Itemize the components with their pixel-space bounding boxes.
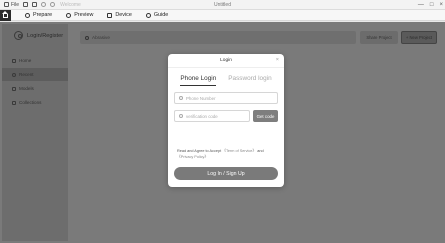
recent-file-label: Welcome [60,1,81,8]
file-menu-label: File [11,1,20,8]
avatar-icon [14,31,23,40]
sidebar-item-label: Home [19,58,32,63]
sidebar-item-recent[interactable]: Recent [2,68,68,81]
search-input[interactable]: Abrasive [80,31,356,44]
new-project-label: + New Project [405,35,433,40]
title-bar: File Welcome Untitled — □ × [0,0,445,10]
get-code-button[interactable]: Get code [253,110,278,122]
sidebar-item-label: Recent [19,72,34,77]
sidebar-item-models[interactable]: Models [2,82,68,95]
menu-device[interactable]: Device [107,12,132,18]
verification-code-placeholder: verification code [186,113,218,119]
login-signup-label: Log In / Sign Up [207,170,245,177]
agreement-prefix: Read and Agree to Accept [177,149,222,153]
login-dialog: Login × Phone Login Password login Phone… [168,54,284,187]
shield-icon [179,114,183,118]
export-icon [32,2,38,7]
home-icon [12,58,16,63]
home-button[interactable] [0,9,11,21]
file-icon [4,2,9,7]
phone-number-field[interactable]: Phone Number [174,92,278,104]
close-window-icon[interactable]: × [439,2,443,8]
get-code-label: Get code [256,113,275,119]
menu-preview-label: Preview [74,12,94,18]
sidebar: Login/Register Home Recent Models Collec… [2,24,68,241]
tab-phone-login[interactable]: Phone Login [180,75,217,86]
redo-button[interactable] [50,2,56,7]
tab-password-login[interactable]: Password login [228,75,271,86]
login-signup-button[interactable]: Log In / Sign Up [174,167,278,180]
menu-guide[interactable]: Guide [145,12,169,18]
menu-preview[interactable]: Preview [66,12,93,18]
menu-prepare-label: Prepare [33,12,53,18]
search-icon [85,35,89,40]
phone-icon [179,96,183,100]
login-dialog-header: Login × [168,54,284,68]
undo-button[interactable] [41,2,47,7]
sidebar-item-home[interactable]: Home [2,54,68,67]
window-controls: — □ × [418,0,443,10]
terms-of-service-link[interactable]: 《Term of Service》 [222,149,256,153]
info-icon [145,12,151,18]
close-icon[interactable]: × [276,57,279,63]
login-dialog-title: Login [220,58,232,63]
privacy-policy-link[interactable]: 《Privacy Policy》 [177,155,208,159]
device-icon [107,12,113,18]
agreement-text: Read and Agree to Accept 《Term of Servic… [177,148,279,160]
sidebar-item-label: Models [19,86,34,91]
eye-icon [66,12,72,18]
folder-icon [12,100,16,105]
menu-bar: Prepare Preview Device Guide [0,9,445,21]
menu-prepare[interactable]: Prepare [25,12,52,18]
login-register-label: Login/Register [27,32,64,39]
file-menu[interactable]: File [4,2,19,8]
export-button[interactable] [32,2,38,7]
share-project-label: Share Project [366,35,392,40]
share-project-button[interactable]: Share Project [360,31,398,44]
sidebar-item-label: Collections [19,100,42,105]
login-tabs: Phone Login Password login [168,75,284,86]
save-button[interactable] [23,2,29,7]
home-icon [2,11,8,18]
sidebar-nav: Home Recent Models Collections [2,54,68,110]
gear-icon [25,12,30,18]
menu-guide-label: Guide [153,12,169,18]
maximize-icon[interactable]: □ [430,2,434,8]
menu-device-label: Device [115,12,132,18]
redo-icon [50,2,56,7]
sidebar-item-collections[interactable]: Collections [2,96,68,109]
search-placeholder: Abrasive [92,35,110,40]
login-register-link[interactable]: Login/Register [14,31,63,40]
minimize-icon[interactable]: — [418,2,424,8]
new-project-button[interactable]: + New Project [401,31,437,44]
phone-number-placeholder: Phone Number [186,95,216,101]
undo-icon [41,2,47,7]
save-icon [23,2,29,7]
cube-icon [12,86,16,91]
agreement-and: and [257,149,264,153]
verification-code-field[interactable]: verification code [174,110,250,122]
clock-icon [12,72,16,77]
